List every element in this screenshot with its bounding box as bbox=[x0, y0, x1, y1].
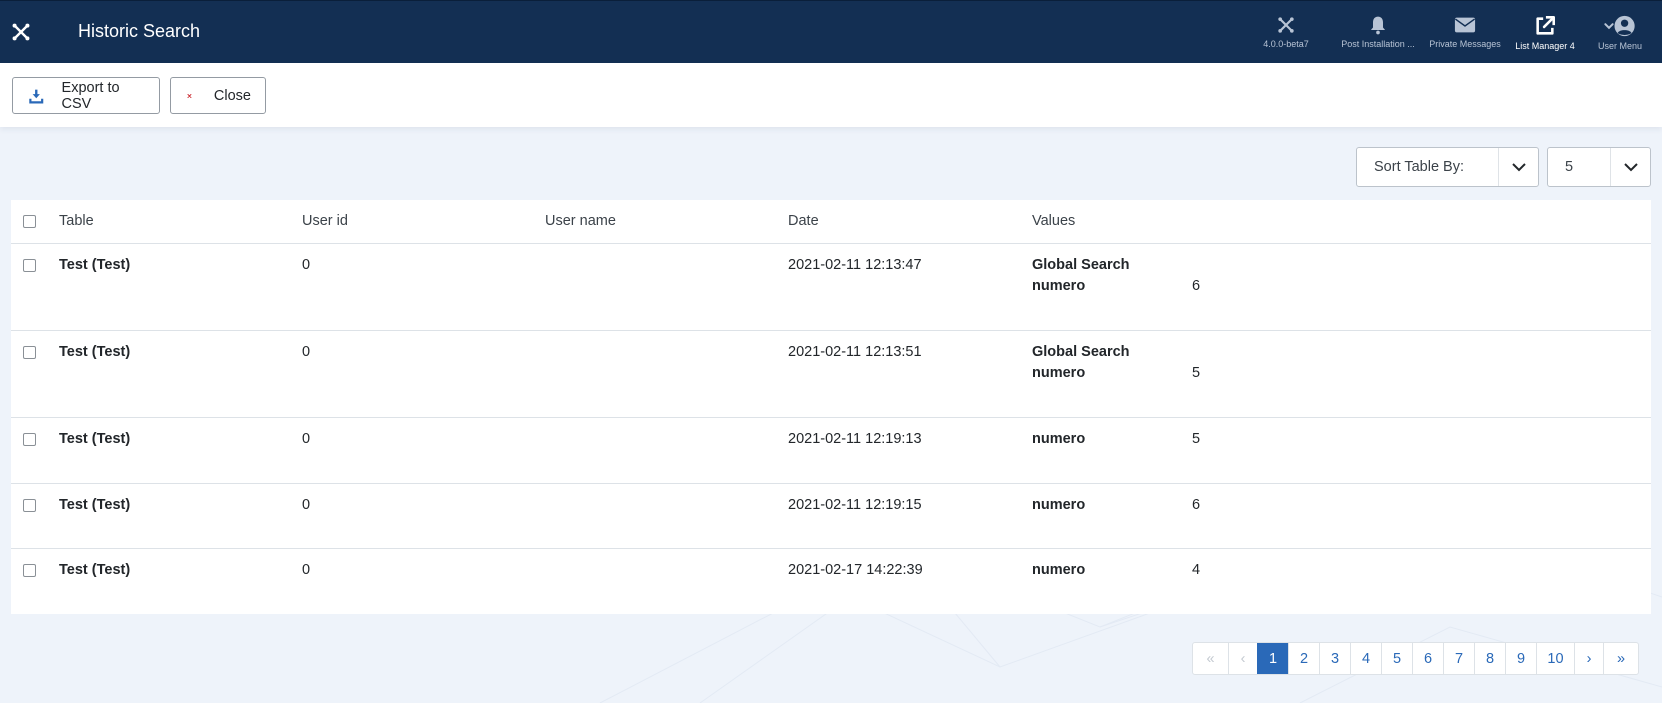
row-value-key: numero bbox=[1032, 365, 1086, 381]
row-table-name[interactable]: Test (Test) bbox=[59, 344, 130, 360]
pagination-next[interactable]: › bbox=[1574, 643, 1603, 674]
header-private-messages-label: Private Messages bbox=[1429, 39, 1501, 49]
row-user-id: 0 bbox=[302, 497, 311, 513]
row-user-id: 0 bbox=[302, 257, 311, 273]
envelope-icon bbox=[1454, 17, 1476, 33]
row-date: 2021-02-11 12:19:13 bbox=[788, 431, 922, 447]
joomla-logo-icon[interactable] bbox=[10, 21, 32, 43]
header-post-installation-label: Post Installation ... bbox=[1341, 39, 1415, 49]
row-value-value: 6 bbox=[1192, 497, 1201, 513]
header-version[interactable]: 4.0.0-beta7 bbox=[1244, 15, 1328, 59]
column-header-user-id[interactable]: User id bbox=[302, 213, 348, 229]
row-checkbox[interactable] bbox=[23, 259, 36, 272]
close-button[interactable]: Close bbox=[170, 77, 266, 114]
table-header-row: Table User id User name Date Values bbox=[11, 200, 1651, 244]
row-value-value: 6 bbox=[1192, 278, 1201, 294]
pagination-page[interactable]: 9 bbox=[1505, 643, 1536, 674]
table-row: Test (Test) 0 2021-02-17 14:22:39 numero… bbox=[11, 549, 1651, 614]
close-label: Close bbox=[213, 87, 251, 104]
table-row: Test (Test) 0 2021-02-11 12:19:15 numero… bbox=[11, 484, 1651, 549]
pagination: « ‹ 1 2 3 4 5 6 7 8 9 10 › » bbox=[1192, 642, 1639, 675]
toolbar: Export to CSV Close bbox=[0, 63, 1662, 127]
row-date: 2021-02-11 12:13:51 bbox=[788, 344, 922, 360]
export-csv-button[interactable]: Export to CSV bbox=[12, 77, 160, 114]
bell-icon bbox=[1370, 16, 1386, 35]
table-row: Test (Test) 0 2021-02-11 12:13:51 Global… bbox=[11, 331, 1651, 418]
pagination-page[interactable]: 6 bbox=[1412, 643, 1443, 674]
header-user-menu-label: User Menu bbox=[1597, 41, 1642, 51]
row-table-name[interactable]: Test (Test) bbox=[59, 497, 130, 513]
table-row: Test (Test) 0 2021-02-11 12:13:47 Global… bbox=[11, 244, 1651, 331]
row-table-name[interactable]: Test (Test) bbox=[59, 431, 130, 447]
list-limit-select[interactable]: 5 bbox=[1547, 147, 1651, 187]
pagination-page[interactable]: 4 bbox=[1350, 643, 1381, 674]
column-header-user-name[interactable]: User name bbox=[545, 213, 616, 229]
row-date: 2021-02-11 12:19:15 bbox=[788, 497, 922, 513]
header-list-manager[interactable]: List Manager 4 bbox=[1503, 15, 1587, 59]
row-value-key: Global Search bbox=[1032, 344, 1130, 360]
row-value-value: 5 bbox=[1192, 365, 1201, 381]
row-user-id: 0 bbox=[302, 562, 311, 578]
pagination-page[interactable]: 3 bbox=[1319, 643, 1350, 674]
table-row: Test (Test) 0 2021-02-11 12:19:13 numero… bbox=[11, 418, 1651, 484]
row-value-key: numero bbox=[1032, 278, 1086, 294]
pagination-page[interactable]: 1 bbox=[1257, 643, 1288, 674]
pagination-page[interactable]: 7 bbox=[1443, 643, 1474, 674]
sort-table-label: Sort Table By: bbox=[1374, 159, 1465, 175]
column-header-values[interactable]: Values bbox=[1032, 213, 1075, 229]
select-all-checkbox[interactable] bbox=[23, 215, 36, 228]
header-private-messages[interactable]: Private Messages bbox=[1423, 15, 1507, 59]
row-value-key: numero bbox=[1032, 497, 1086, 513]
pagination-page[interactable]: 2 bbox=[1288, 643, 1319, 674]
pagination-page[interactable]: 5 bbox=[1381, 643, 1412, 674]
row-checkbox[interactable] bbox=[23, 346, 36, 359]
list-limit-value: 5 bbox=[1565, 159, 1574, 175]
row-value-key: numero bbox=[1032, 562, 1086, 578]
header-list-manager-label: List Manager 4 bbox=[1515, 41, 1575, 51]
row-value-key: numero bbox=[1032, 431, 1086, 447]
column-header-table[interactable]: Table bbox=[59, 213, 94, 229]
row-table-name[interactable]: Test (Test) bbox=[59, 257, 130, 273]
external-link-icon bbox=[1536, 16, 1555, 35]
row-date: 2021-02-11 12:13:47 bbox=[788, 257, 922, 273]
row-checkbox[interactable] bbox=[23, 499, 36, 512]
row-user-id: 0 bbox=[302, 431, 311, 447]
download-icon bbox=[29, 89, 44, 103]
row-checkbox[interactable] bbox=[23, 433, 36, 446]
row-date: 2021-02-17 14:22:39 bbox=[788, 562, 923, 578]
pagination-first[interactable]: « bbox=[1193, 643, 1228, 674]
column-header-date[interactable]: Date bbox=[788, 213, 819, 229]
top-header: Historic Search 4.0.0-beta7 Post Install… bbox=[0, 0, 1662, 63]
joomla-icon bbox=[1278, 17, 1294, 33]
header-version-label: 4.0.0-beta7 bbox=[1263, 39, 1309, 49]
history-table: Table User id User name Date Values Test… bbox=[11, 200, 1651, 614]
row-value-key: Global Search bbox=[1032, 257, 1130, 273]
row-user-id: 0 bbox=[302, 344, 311, 360]
header-user-menu[interactable]: User Menu bbox=[1578, 15, 1662, 59]
row-table-name[interactable]: Test (Test) bbox=[59, 562, 130, 578]
page-title: Historic Search bbox=[78, 21, 201, 41]
sort-table-select[interactable]: Sort Table By: bbox=[1356, 147, 1539, 187]
row-value-value: 5 bbox=[1192, 431, 1201, 447]
close-icon bbox=[187, 93, 192, 98]
pagination-page[interactable]: 8 bbox=[1474, 643, 1505, 674]
pagination-last[interactable]: » bbox=[1603, 643, 1638, 674]
row-checkbox[interactable] bbox=[23, 564, 36, 577]
export-csv-label: Export to CSV bbox=[61, 79, 120, 112]
pagination-prev[interactable]: ‹ bbox=[1228, 643, 1257, 674]
pagination-page[interactable]: 10 bbox=[1536, 643, 1574, 674]
chevron-down-icon bbox=[1498, 148, 1538, 186]
row-value-value: 4 bbox=[1192, 562, 1201, 578]
user-circle-icon bbox=[1604, 15, 1635, 37]
chevron-down-icon bbox=[1610, 148, 1650, 186]
header-post-installation[interactable]: Post Installation ... bbox=[1336, 15, 1420, 59]
